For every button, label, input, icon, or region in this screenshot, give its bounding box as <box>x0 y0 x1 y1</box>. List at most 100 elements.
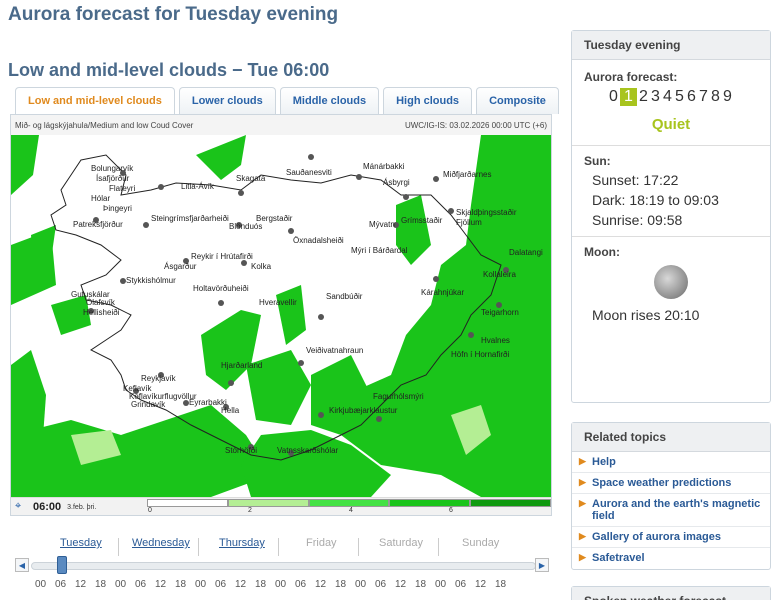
kp-value: 4 <box>663 88 672 105</box>
sunrise-time: Sunrise: 09:58 <box>592 212 683 228</box>
kp-value: 5 <box>675 88 684 105</box>
hour-label[interactable]: 18 <box>95 579 106 590</box>
sunset-time: Sunset: 17:22 <box>592 172 679 188</box>
place-label: Reykir í Hrútafirði <box>191 252 253 261</box>
tab-middle-clouds[interactable]: Middle clouds <box>279 87 380 114</box>
cloud-cover-map[interactable]: Bolungarvík Ísafjörður Flateyri Hólar Þi… <box>11 135 551 497</box>
related-link-help[interactable]: ▶ Help <box>572 452 770 473</box>
place-label: Skjaldþingsstaðir <box>456 208 517 217</box>
current-time: 06:00 <box>33 501 62 513</box>
hour-label[interactable]: 06 <box>55 579 66 590</box>
day-divider <box>198 538 199 556</box>
place-label: Sauðanesviti <box>286 168 332 177</box>
day-thursday[interactable]: Thursday <box>219 537 265 549</box>
place-label: Teigarhorn <box>481 308 519 317</box>
place-label: Vatnsskarðshólar <box>277 446 339 455</box>
day-divider <box>438 538 439 556</box>
hour-label[interactable]: 00 <box>35 579 46 590</box>
place-label: Litla-Ávík <box>181 182 215 191</box>
day-tuesday[interactable]: Tuesday <box>60 537 102 549</box>
hour-label[interactable]: 06 <box>215 579 226 590</box>
hour-label[interactable]: 06 <box>455 579 466 590</box>
kp-scale: 0 1 2 3 4 5 6 7 8 9 <box>608 88 758 106</box>
place-label: Kolka <box>251 262 272 271</box>
hour-label[interactable]: 06 <box>295 579 306 590</box>
map-timestamp: UWC/IG-IS: 03.02.2026 00:00 UTC (+6) <box>404 120 547 130</box>
place-label: Hveravellir <box>259 298 297 307</box>
legend-swatch <box>470 499 551 507</box>
day-sunday: Sunday <box>462 537 500 549</box>
kp-value: 9 <box>723 88 732 105</box>
timeline-next-button[interactable]: ▶ <box>535 558 549 572</box>
hour-label[interactable]: 00 <box>355 579 366 590</box>
forecast-timeline: Tuesday Wednesday Thursday Friday Saturd… <box>15 532 550 596</box>
hour-label[interactable]: 18 <box>495 579 506 590</box>
tab-high-clouds[interactable]: High clouds <box>383 87 473 114</box>
place-label: Patreksfjörður <box>73 220 123 229</box>
hour-label[interactable]: 12 <box>75 579 86 590</box>
place-label: Hella <box>221 406 240 415</box>
tab-lower-clouds[interactable]: Lower clouds <box>178 87 276 114</box>
related-link-label[interactable]: Safetravel <box>592 552 645 564</box>
place-label: Kollaleira <box>483 270 516 279</box>
place-label: Kirkjubæjarklaustur <box>329 406 398 415</box>
hour-label[interactable]: 06 <box>135 579 146 590</box>
tab-low-mid-clouds[interactable]: Low and mid-level clouds <box>15 87 175 114</box>
day-divider <box>278 538 279 556</box>
timeline-track[interactable] <box>31 562 536 570</box>
legend-tick: 0 <box>148 507 152 514</box>
related-link-magnetic-field[interactable]: ▶ Aurora and the earth's magnetic field <box>572 494 770 527</box>
tab-composite[interactable]: Composite <box>476 87 559 114</box>
timeline-slider-handle[interactable] <box>57 556 67 574</box>
place-label: Ísafjörður <box>96 174 130 183</box>
kp-value-active: 1 <box>620 88 637 106</box>
hour-label[interactable]: 12 <box>315 579 326 590</box>
timeline-prev-button[interactable]: ◀ <box>15 558 29 572</box>
place-label: Dalatangi <box>509 248 543 257</box>
place-label: Fagurhólsmýri <box>373 392 424 401</box>
spoken-forecast-title: Spoken weather forecast <box>572 587 770 600</box>
hour-label[interactable]: 18 <box>415 579 426 590</box>
hour-label[interactable]: 00 <box>275 579 286 590</box>
place-label: Flateyri <box>109 184 135 193</box>
day-wednesday[interactable]: Wednesday <box>132 537 190 549</box>
page-title: Aurora forecast for Tuesday evening <box>8 4 339 25</box>
legend-swatch <box>227 499 309 507</box>
hour-label[interactable]: 12 <box>395 579 406 590</box>
hour-label[interactable]: 18 <box>335 579 346 590</box>
related-link-label[interactable]: Space weather predictions <box>592 477 731 489</box>
moon-section: Moon: Moon rises 20:10 <box>572 236 770 331</box>
hour-label[interactable]: 12 <box>475 579 486 590</box>
place-label: Holtavörðuheiði <box>193 284 249 293</box>
place-label: Mývatn <box>369 220 395 229</box>
place-label: Blönduós <box>229 222 262 231</box>
hour-label[interactable]: 18 <box>175 579 186 590</box>
cloud-map-panel: Mið- og lágskýjahula/Medium and low Coud… <box>10 114 552 516</box>
spoken-forecast-box: Spoken weather forecast <box>571 586 771 600</box>
hour-label[interactable]: 06 <box>375 579 386 590</box>
related-link-label[interactable]: Help <box>592 456 616 468</box>
hour-label[interactable]: 12 <box>155 579 166 590</box>
related-link-label[interactable]: Aurora and the earth's magnetic field <box>592 498 760 522</box>
related-link-gallery[interactable]: ▶ Gallery of aurora images <box>572 527 770 548</box>
hour-label[interactable]: 00 <box>435 579 446 590</box>
place-label: Grindavík <box>131 400 166 409</box>
hour-label[interactable]: 18 <box>255 579 266 590</box>
current-date: 3.feb. þri. <box>67 503 97 511</box>
cloud-legend <box>147 499 551 507</box>
related-link-space-weather[interactable]: ▶ Space weather predictions <box>572 473 770 494</box>
section-title: Low and mid-level clouds − Tue 06:00 <box>8 60 330 80</box>
place-label: Reykjavík <box>141 374 177 383</box>
crosshair-icon[interactable]: ⌖ <box>15 500 21 513</box>
arrow-icon: ▶ <box>579 498 586 508</box>
related-link-safetravel[interactable]: ▶ Safetravel <box>572 548 770 568</box>
time-display: 06:00 3.feb. þri. <box>33 499 145 515</box>
hour-label[interactable]: 00 <box>115 579 126 590</box>
place-label: Stórhöfði <box>225 446 257 455</box>
hour-label[interactable]: 00 <box>195 579 206 590</box>
hour-label[interactable]: 12 <box>235 579 246 590</box>
kp-value: 2 <box>639 88 648 105</box>
legend-tick: 4 <box>349 507 353 514</box>
place-label: Ásbyrgi <box>383 178 410 187</box>
related-link-label[interactable]: Gallery of aurora images <box>592 531 721 543</box>
